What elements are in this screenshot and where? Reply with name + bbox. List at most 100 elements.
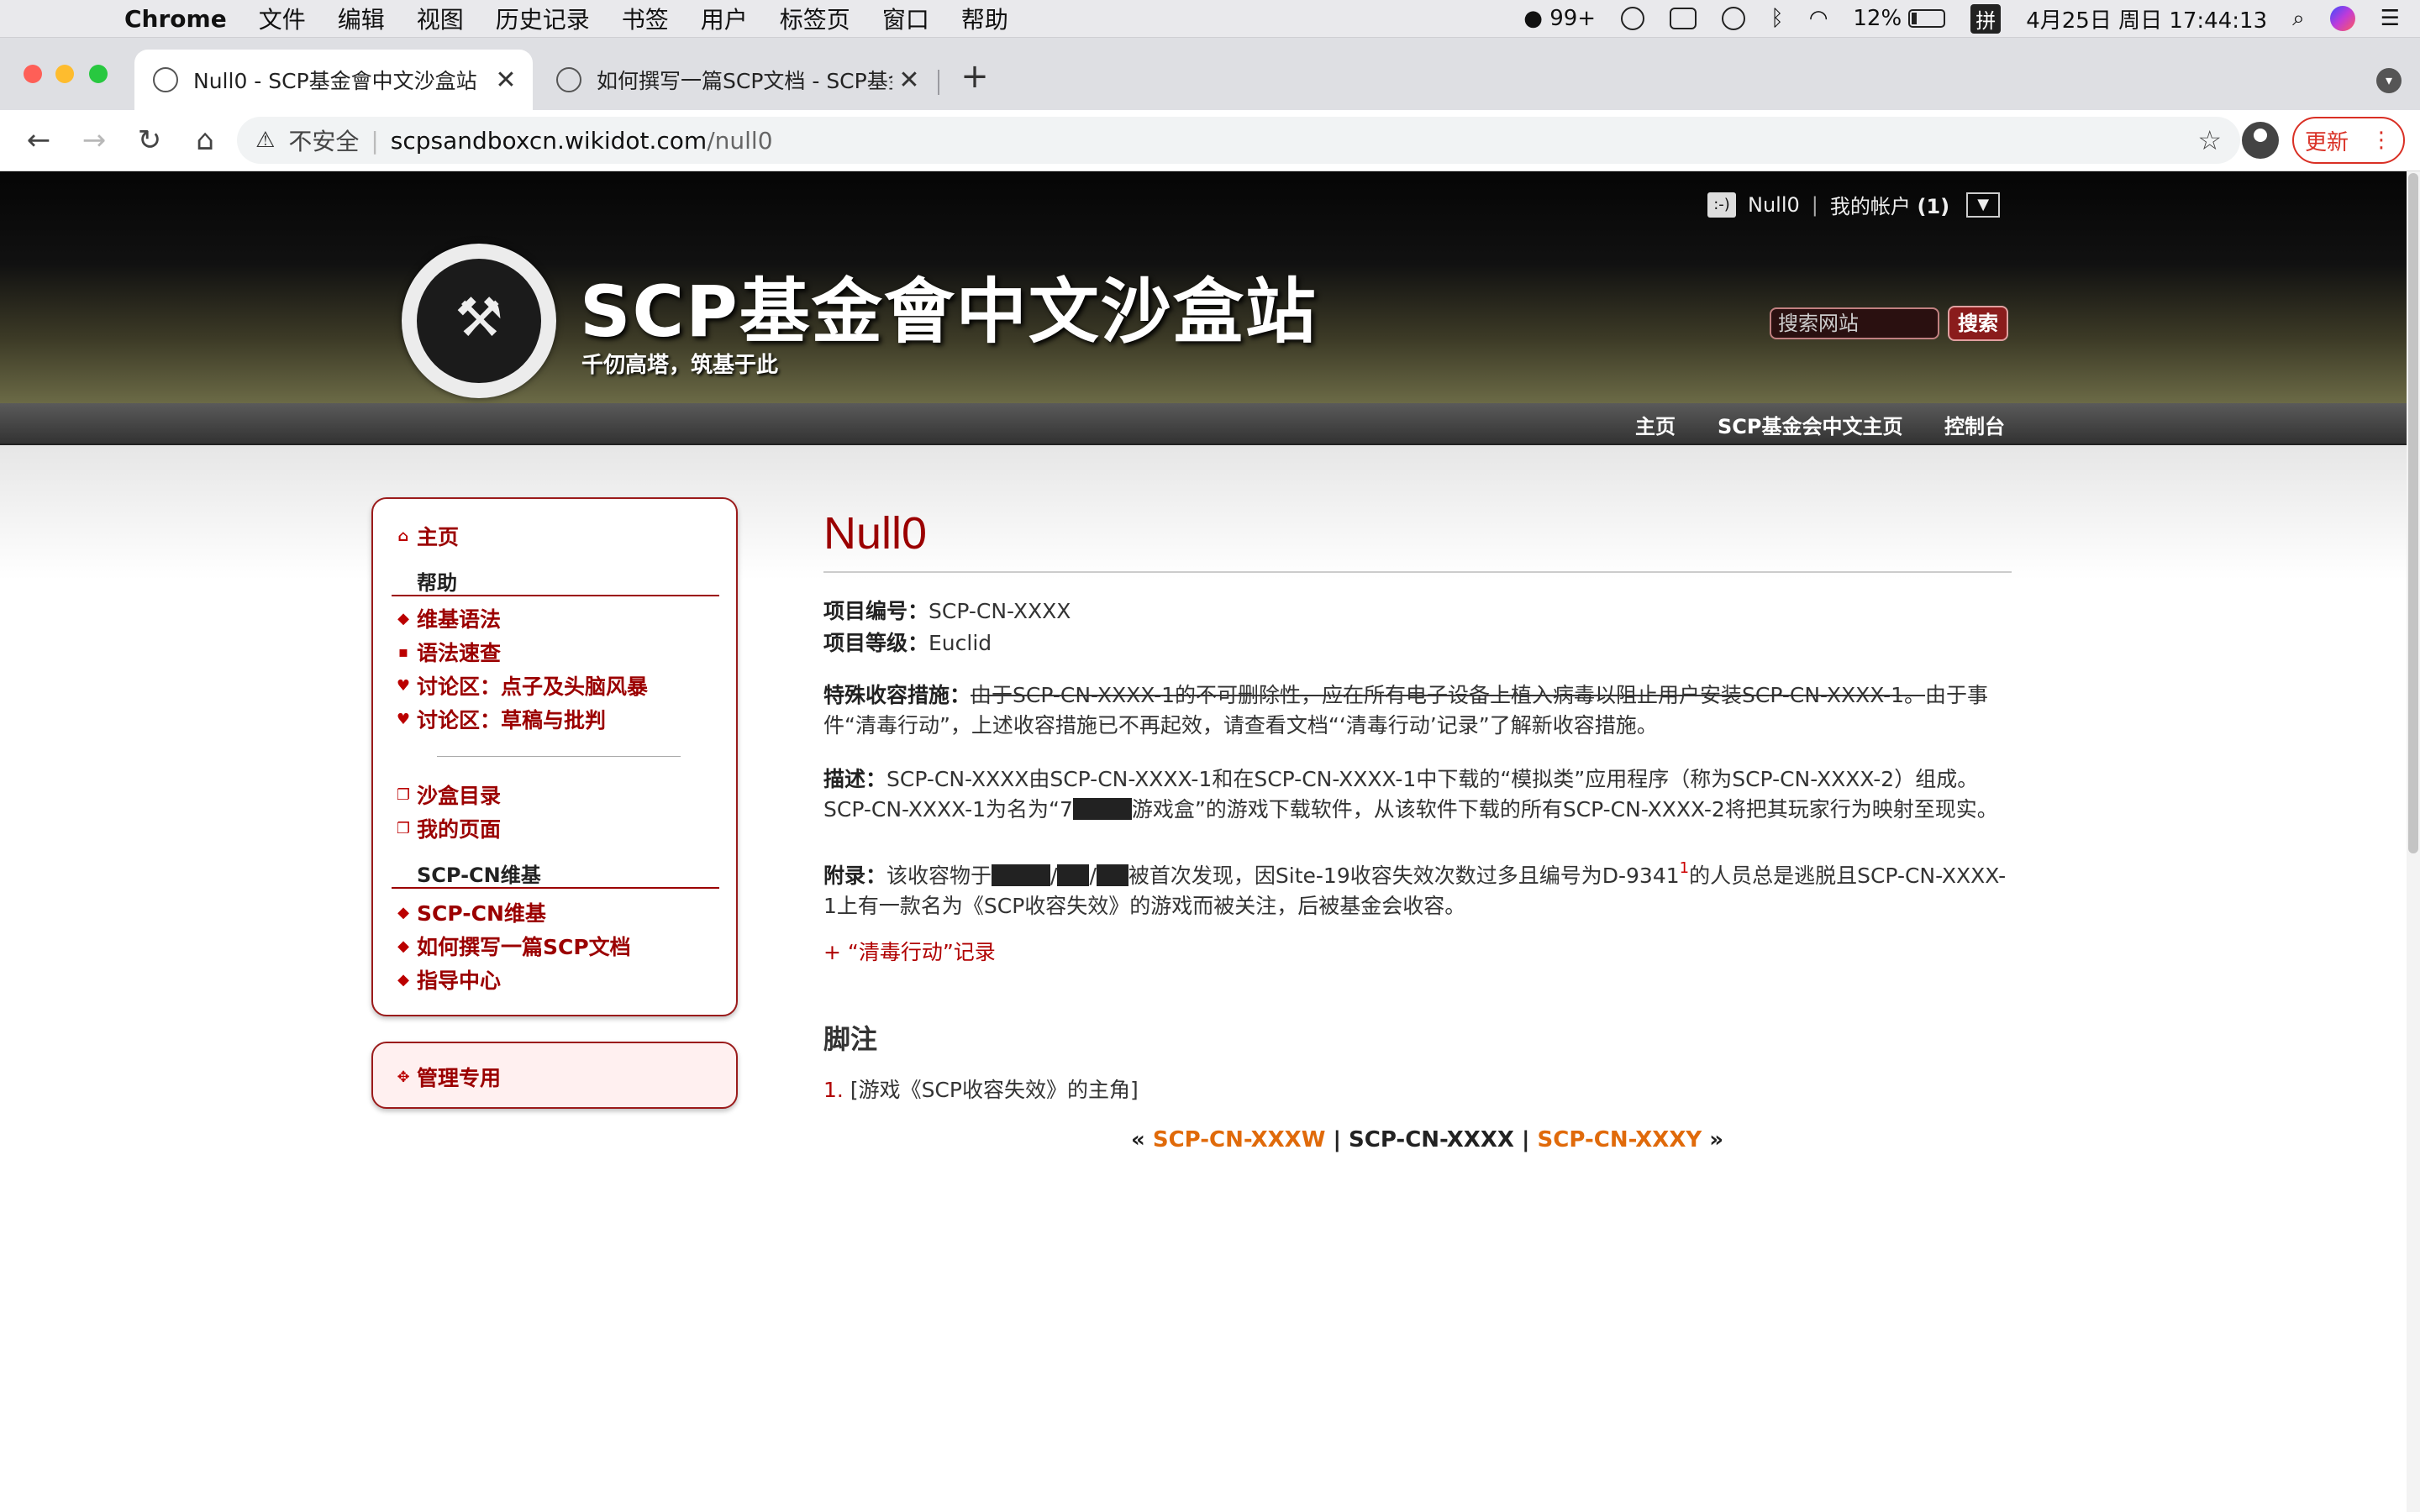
sidebar-item-drafts-forum[interactable]: ♥ 讨论区：草稿与批判	[393, 704, 606, 734]
menu-file[interactable]: 文件	[259, 2, 306, 35]
menu-tab[interactable]: 标签页	[780, 2, 850, 35]
menu-view[interactable]: 视图	[417, 2, 464, 35]
siri-icon[interactable]	[2329, 6, 2355, 31]
containment-paragraph: 特殊收容措施：由于SCP-CN-XXXX-1的不可删除性，应在所有电子设备上植入…	[823, 680, 2008, 741]
tab-close-icon[interactable]: ✕	[892, 66, 926, 95]
back-button[interactable]: ←	[22, 123, 55, 157]
sidebar-item-admin[interactable]: ✥ 管理专用	[393, 1062, 501, 1092]
footnote-backlink[interactable]: 1.	[823, 1078, 844, 1102]
sidebar-item-my-pages[interactable]: ❐ 我的页面	[393, 813, 501, 843]
pager-right-arrow: »	[1709, 1127, 1724, 1152]
appendix-label: 附录：	[823, 864, 887, 888]
sidebar-item-label: 管理专用	[417, 1066, 502, 1090]
menu-people[interactable]: 用户	[701, 2, 748, 35]
new-tab-button[interactable]: +	[958, 60, 992, 93]
sidebar-item-label: 沙盒目录	[417, 784, 502, 808]
footnote-ref-link[interactable]: 1	[1680, 859, 1689, 877]
username-link[interactable]: Null0	[1748, 193, 1800, 217]
tab-null0[interactable]: Null0 - SCP基金會中文沙盒站 ✕	[134, 50, 533, 110]
sidebar-item-label: 语法速查	[417, 641, 502, 665]
scp-favicon-icon	[556, 67, 581, 92]
nav-dashboard[interactable]: 控制台	[1944, 410, 2005, 439]
sidebar-divider	[437, 756, 681, 757]
site-search-input[interactable]	[1770, 307, 1939, 339]
menu-bookmarks[interactable]: 书签	[622, 2, 669, 35]
bluetooth-icon[interactable]: ᛒ	[1770, 6, 1784, 31]
menu-edit[interactable]: 编辑	[338, 2, 385, 35]
scp-logo[interactable]: ⚒	[402, 244, 556, 398]
my-account-link[interactable]: 我的帐户 (1)	[1830, 190, 1949, 219]
sidebar-rule	[392, 887, 719, 889]
user-avatar-icon[interactable]: :-)	[1707, 192, 1736, 218]
sidebar-item-how-to-write[interactable]: ◆ 如何撰写一篇SCP文档	[393, 931, 631, 961]
menu-app-name[interactable]: Chrome	[124, 5, 227, 33]
item-number-value: SCP-CN-XXXX	[929, 599, 1071, 623]
site-search-button[interactable]: 搜索	[1948, 306, 2008, 341]
not-secure-icon[interactable]: ⚠	[255, 128, 275, 153]
forward-button[interactable]: →	[77, 123, 111, 157]
tab-how-to-write[interactable]: 如何撰写一篇SCP文档 - SCP基金 ✕	[538, 50, 936, 110]
creative-cloud-icon[interactable]	[1621, 7, 1645, 30]
profile-avatar-icon[interactable]	[2242, 122, 2279, 159]
item-number-label: 项目编号：	[823, 599, 929, 623]
battery-status[interactable]: 12%	[1853, 6, 1946, 31]
tab-close-icon[interactable]: ✕	[489, 66, 523, 95]
menu-help[interactable]: 帮助	[961, 2, 1008, 35]
time-machine-icon[interactable]	[1722, 7, 1746, 30]
diamond-icon: ◆	[397, 970, 409, 989]
pager-next-link[interactable]: SCP-CN-XXXY	[1538, 1127, 1702, 1152]
sidebar-item-label: SCP-CN维基	[417, 901, 546, 926]
pager-prev-link[interactable]: SCP-CN-XXXW	[1153, 1127, 1326, 1152]
redaction-block	[992, 864, 1051, 886]
input-method-icon[interactable]: 拼	[1970, 3, 2002, 34]
zoom-window-button[interactable]	[89, 65, 108, 83]
page-title: Null0	[823, 508, 928, 559]
url-divider: |	[371, 126, 379, 155]
nav-home[interactable]: 主页	[1635, 410, 1676, 439]
airplay-icon[interactable]	[1670, 8, 1697, 29]
object-class-value: Euclid	[929, 631, 992, 655]
clock[interactable]: 4月25日 周日 17:44:13	[2026, 3, 2267, 34]
account-dropdown-icon[interactable]: ▼	[1966, 192, 2001, 218]
minimize-window-button[interactable]	[55, 65, 74, 83]
close-window-button[interactable]	[24, 65, 42, 83]
menu-history[interactable]: 历史记录	[496, 2, 590, 35]
qq-count: 99+	[1549, 6, 1597, 31]
tab-search-icon[interactable]: ▾	[2376, 68, 2402, 93]
sidebar-item-guide-center[interactable]: ◆ 指导中心	[393, 964, 501, 995]
gear-icon: ✥	[397, 1068, 410, 1086]
object-class-label: 项目等级：	[823, 631, 929, 655]
bookmark-star-icon[interactable]: ☆	[2197, 124, 2222, 156]
reload-button[interactable]: ↻	[133, 123, 166, 157]
spotlight-icon[interactable]: ⌕	[2292, 6, 2305, 32]
date-slash: /	[1050, 864, 1058, 888]
sidebar-item-sandbox-index[interactable]: ❐ 沙盒目录	[393, 780, 501, 810]
sidebar-item-label: 主页	[417, 525, 460, 549]
control-center-icon[interactable]: ☰	[2381, 6, 2400, 31]
nav-scp-cn-main[interactable]: SCP基金会中文主页	[1718, 410, 1903, 439]
cleanup-operation-collapsible[interactable]: + “清毒行动”记录	[823, 936, 996, 966]
containment-struck-text: 由于SCP-CN-XXXX-1的不可删除性，应在所有电子设备上植入病毒以阻止用户…	[971, 683, 1926, 707]
wifi-icon[interactable]: ◠	[1809, 6, 1828, 31]
battery-icon	[1908, 9, 1946, 28]
sidebar-item-scp-cn-wiki[interactable]: ◆ SCP-CN维基	[393, 897, 546, 927]
tab-separator	[938, 70, 939, 95]
site-title[interactable]: SCP基金會中文沙盒站	[580, 255, 1318, 357]
sidebar-item-syntax-quickref[interactable]: ▪ 语法速查	[393, 637, 501, 667]
pager-left-arrow: «	[1131, 1127, 1145, 1152]
update-chrome-button[interactable]: 更新 ⋮	[2292, 117, 2405, 164]
address-bar[interactable]: ⚠ 不安全 | scpsandboxcn.wikidot.com/null0 ☆	[237, 117, 2240, 164]
page-scrollbar-thumb[interactable]	[2408, 173, 2418, 853]
sidebar-item-label: 指导中心	[417, 969, 502, 993]
home-button[interactable]: ⌂	[188, 123, 222, 157]
sidebar-item-home[interactable]: ⌂ 主页	[393, 521, 459, 551]
appendix-text-continued: 被首次发现，因Site-19收容失效次数过多且编号为D-9341	[1128, 864, 1680, 888]
sidebar-item-wiki-syntax[interactable]: ◆ 维基语法	[393, 603, 501, 633]
qq-status[interactable]: ● 99+	[1523, 6, 1596, 31]
home-icon: ⌂	[397, 527, 409, 545]
shovel-icon: ⚒	[455, 287, 503, 349]
pager-separator: |	[1333, 1127, 1341, 1152]
menu-window[interactable]: 窗口	[882, 2, 929, 35]
footnotes-heading: 脚注	[823, 1023, 878, 1055]
sidebar-item-ideas-forum[interactable]: ♥ 讨论区：点子及头脑风暴	[393, 670, 648, 701]
